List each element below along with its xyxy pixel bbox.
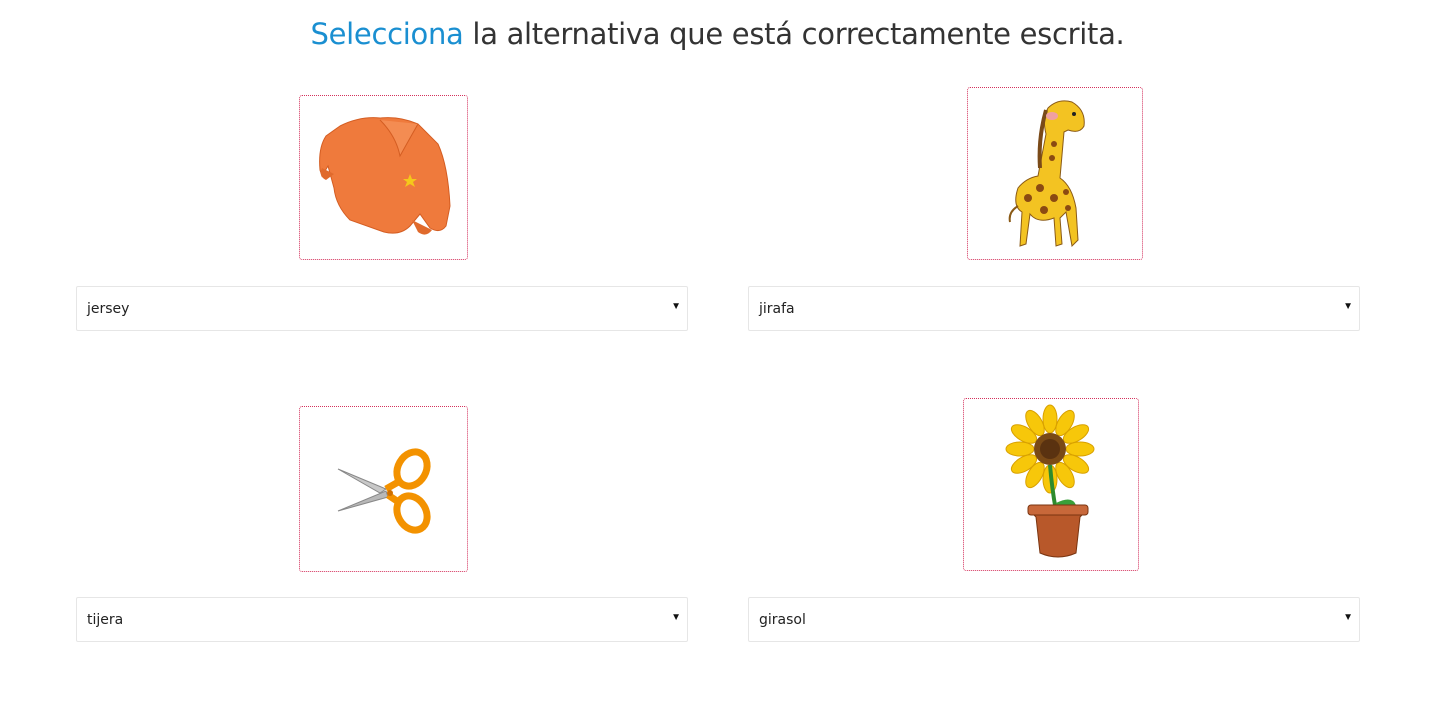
select-value: jersey	[87, 301, 130, 317]
sweater-image	[299, 95, 468, 260]
title-highlight: Selecciona	[310, 17, 464, 51]
answer-select[interactable]: girasol ▼	[748, 597, 1360, 642]
answer-select[interactable]: tijera ▼	[76, 597, 688, 642]
scissors-image	[299, 406, 468, 572]
answer-select[interactable]: jirafa ▼	[748, 286, 1360, 331]
sunflower-image	[963, 398, 1139, 571]
giraffe-image	[967, 87, 1143, 260]
caret-down-icon: ▼	[671, 301, 681, 312]
select-value: jirafa	[759, 301, 795, 317]
select-value: tijera	[87, 612, 124, 628]
caret-down-icon: ▼	[1343, 612, 1353, 623]
answer-select[interactable]: jersey ▼	[76, 286, 688, 331]
page-title: Selecciona la alternativa que está corre…	[0, 17, 1435, 51]
title-rest: la alternativa que está correctamente es…	[463, 17, 1125, 51]
caret-down-icon: ▼	[1343, 301, 1353, 312]
caret-down-icon: ▼	[671, 612, 681, 623]
select-value: girasol	[759, 612, 806, 628]
